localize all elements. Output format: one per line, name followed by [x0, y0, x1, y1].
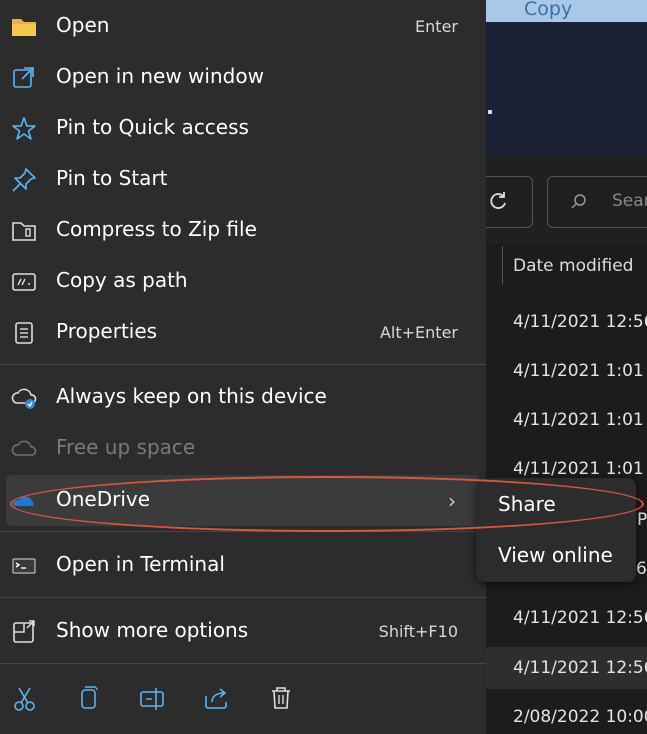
menu-item-label: Properties — [56, 319, 158, 343]
rename-icon — [140, 688, 164, 710]
menu-item-label: OneDrive — [56, 487, 151, 511]
date-cell: 4/11/2021 12:56 — [513, 312, 647, 332]
menu-divider — [0, 531, 486, 532]
delete-icon — [272, 687, 290, 709]
submenu-item-share[interactable]: Share — [498, 492, 556, 516]
menu-item-pin-to-quick-access[interactable]: Pin to Quick access — [0, 103, 486, 154]
date-cell: 2/08/2022 10:00 — [513, 707, 647, 727]
refresh-icon — [490, 192, 506, 209]
date-cell: 4/11/2021 1:01 P — [513, 361, 647, 381]
refresh-button[interactable] — [486, 176, 533, 228]
date-cell: 6 — [636, 559, 647, 579]
menu-item-compress-to-zip[interactable]: Compress to Zip file — [0, 205, 486, 256]
menu-item-always-keep[interactable]: Always keep on this device — [0, 372, 486, 423]
menu-item-label: Show more options — [56, 618, 249, 642]
onedrive-submenu: Share View online — [476, 478, 636, 582]
chevron-right-icon: › — [448, 489, 456, 513]
menu-divider — [0, 364, 486, 365]
share-icon — [205, 688, 227, 709]
menu-item-copy-as-path[interactable]: Copy as path — [0, 256, 486, 307]
cloud-sync-icon — [11, 388, 37, 409]
column-header-date-modified[interactable]: Date modified — [513, 256, 633, 276]
submenu-item-view-online[interactable]: View online — [498, 543, 613, 567]
open-new-window-icon — [13, 67, 34, 88]
copy-path-icon — [12, 273, 36, 291]
menu-item-label: Copy as path — [56, 268, 188, 292]
menu-item-label: Open in Terminal — [56, 552, 225, 576]
pin-icon — [12, 168, 36, 192]
shortcut-label: Alt+Enter — [379, 323, 458, 342]
cloud-icon — [11, 440, 37, 456]
cut-icon — [14, 687, 35, 711]
shortcut-label: Shift+F10 — [378, 622, 458, 641]
copy-icon — [81, 686, 98, 709]
more-options-icon — [13, 620, 35, 643]
copy-button[interactable] — [72, 682, 106, 716]
column-separator — [502, 246, 503, 284]
menu-item-open-in-new-window[interactable]: Open in new window — [0, 52, 486, 103]
menu-item-open-in-terminal[interactable]: Open in Terminal — [0, 540, 486, 591]
menu-item-label: Always keep on this device — [56, 384, 327, 408]
date-cell: 4/11/2021 12:56 — [513, 608, 647, 628]
menu-item-label: Open in new window — [56, 64, 264, 88]
header-banner — [486, 22, 647, 156]
window-title-strip: Copy — [486, 0, 647, 22]
cut-button[interactable] — [8, 682, 42, 716]
zip-folder-icon — [12, 222, 36, 241]
menu-item-show-more-options[interactable]: Show more options Shift+F10 — [0, 606, 486, 657]
date-cell: P — [637, 510, 647, 530]
menu-item-properties[interactable]: Properties Alt+Enter — [0, 307, 486, 358]
rename-button[interactable] — [136, 682, 170, 716]
menu-item-onedrive[interactable]: OneDrive › — [6, 475, 480, 526]
folder-icon — [12, 19, 36, 36]
menu-item-free-up-space: Free up space — [0, 423, 486, 474]
menu-item-label: Pin to Start — [56, 166, 168, 190]
date-cell: 4/11/2021 1:01 P — [513, 459, 647, 479]
terminal-icon — [12, 558, 36, 574]
menu-item-label: Pin to Quick access — [56, 115, 249, 139]
menu-divider — [0, 663, 486, 664]
window-title: Copy — [524, 0, 573, 20]
search-input[interactable]: Sear — [547, 176, 647, 228]
delete-button[interactable] — [264, 682, 298, 716]
search-icon — [571, 194, 586, 209]
search-placeholder: Sear — [612, 191, 647, 211]
menu-item-open[interactable]: Open Enter — [0, 1, 486, 52]
context-menu: Open Enter Open in new window Pin to Qui… — [0, 0, 486, 734]
menu-item-pin-to-start[interactable]: Pin to Start — [0, 154, 486, 205]
menu-divider — [0, 597, 486, 598]
date-cell: 4/11/2021 12:56 — [513, 658, 647, 678]
share-button[interactable] — [200, 682, 234, 716]
menu-item-label: Free up space — [56, 435, 196, 459]
shortcut-label: Enter — [415, 17, 458, 36]
menu-item-label: Open — [56, 13, 110, 37]
menu-item-label: Compress to Zip file — [56, 217, 257, 241]
onedrive-icon — [13, 496, 34, 506]
star-icon — [12, 117, 36, 140]
properties-icon — [15, 322, 33, 344]
date-cell: 4/11/2021 1:01 P — [513, 410, 647, 430]
